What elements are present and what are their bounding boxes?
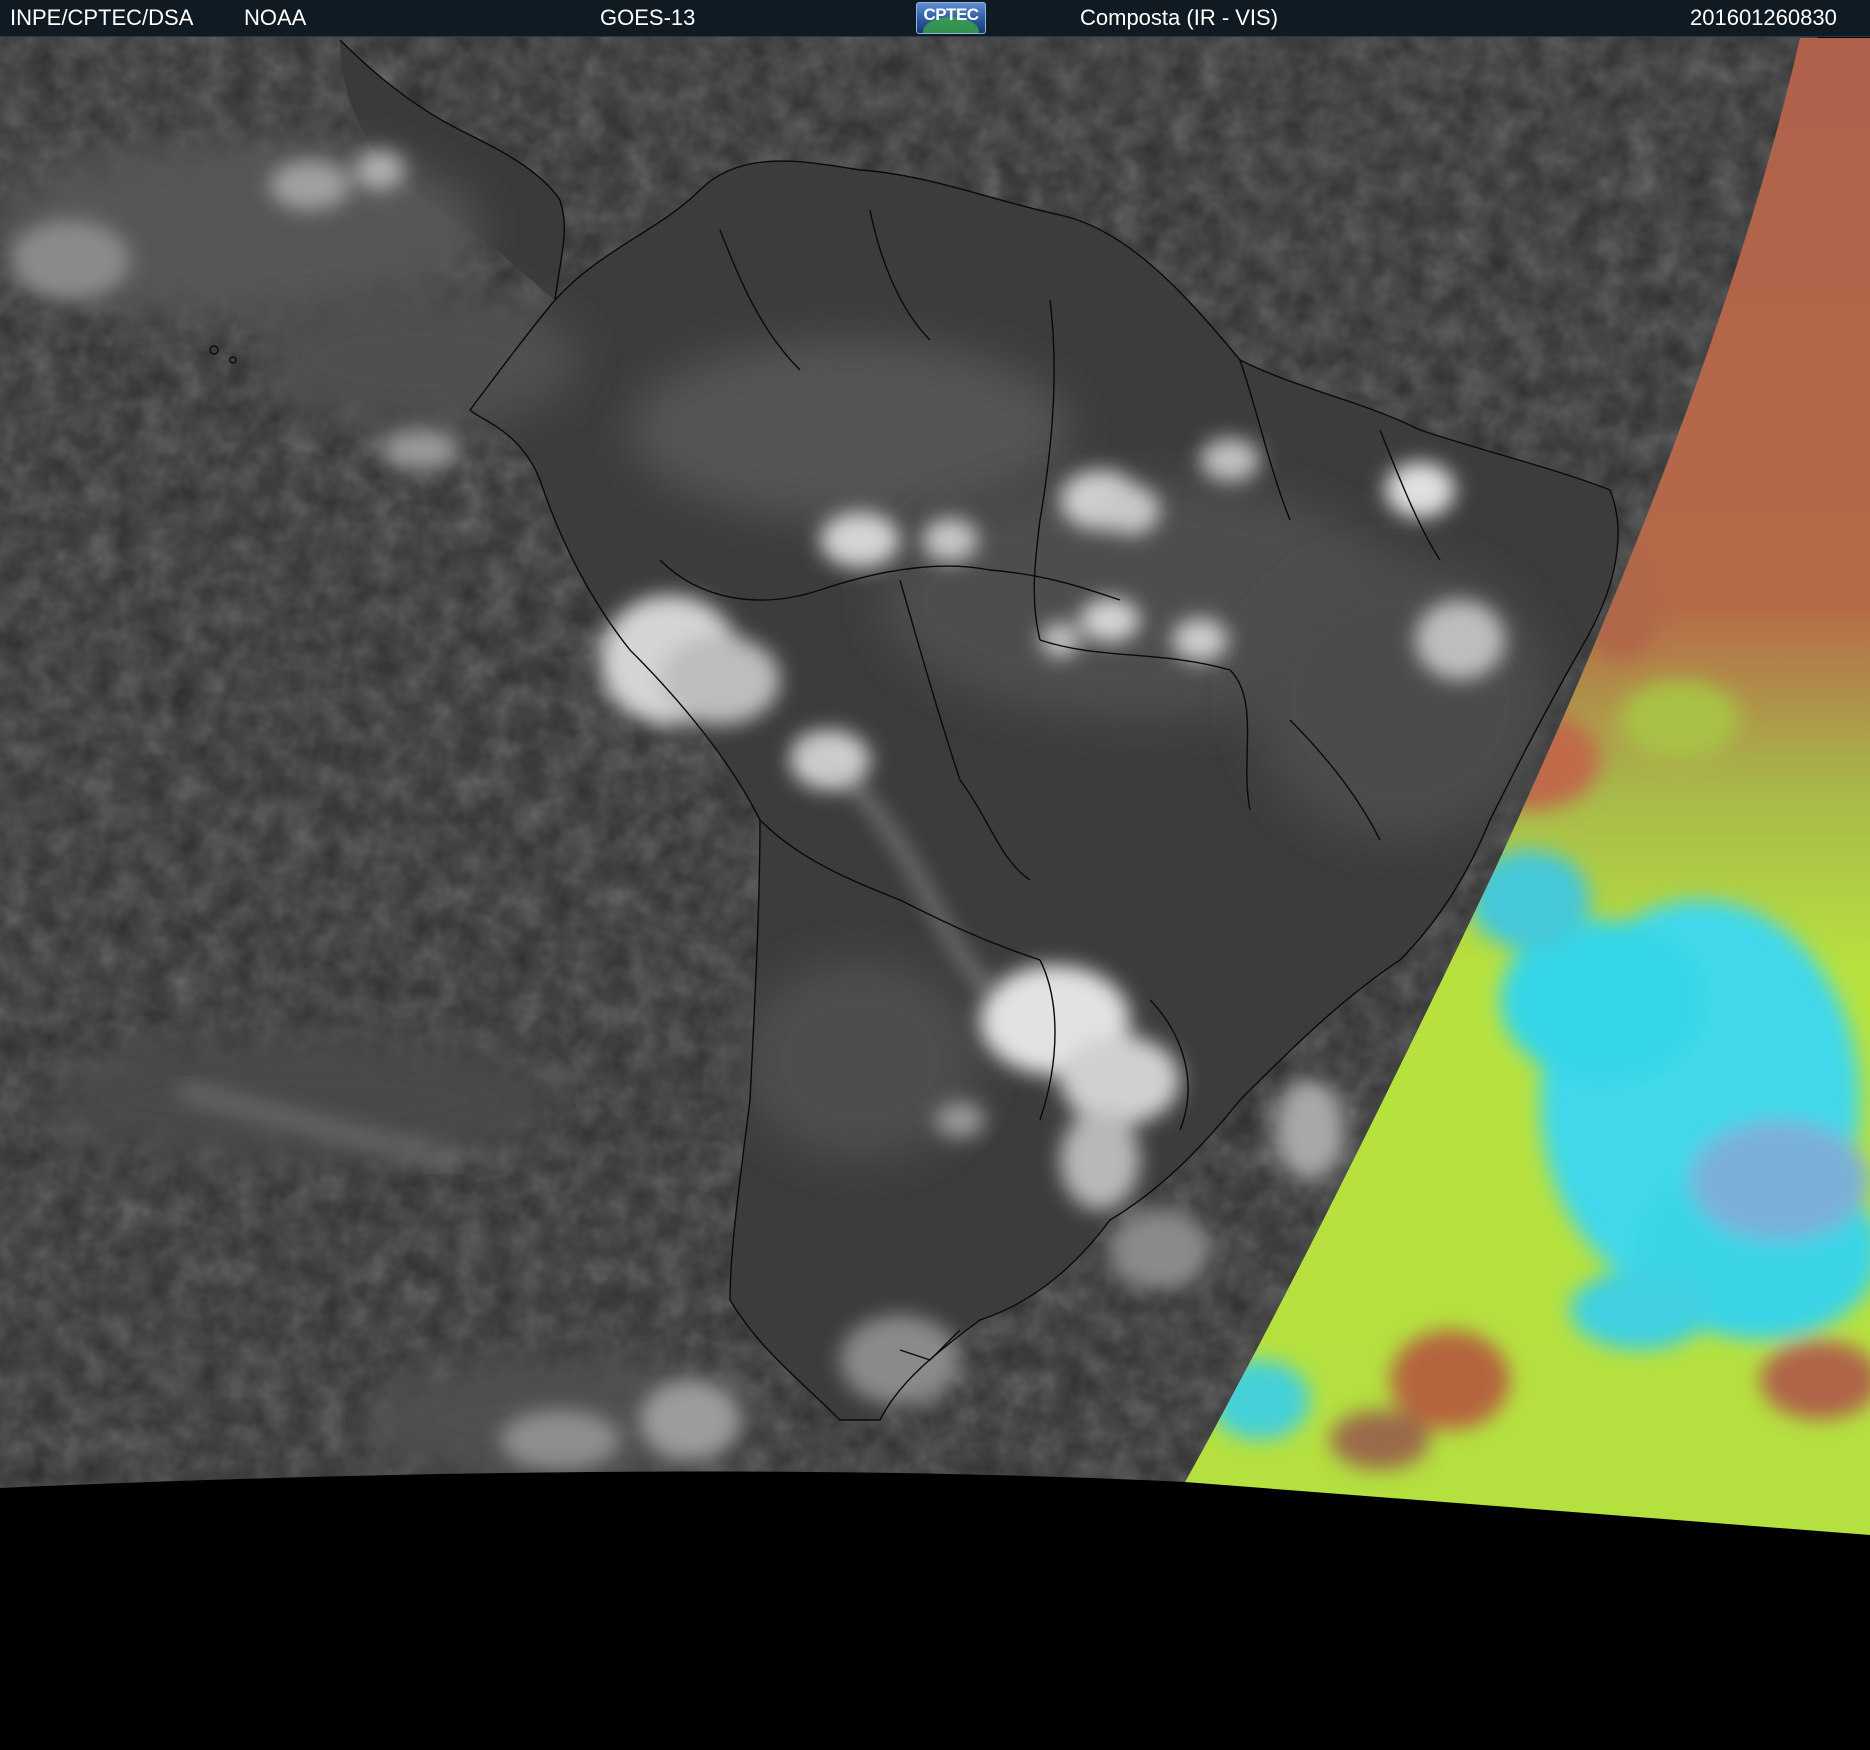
logo-text: CPTEC: [923, 5, 979, 24]
institution-label: INPE/CPTEC/DSA: [10, 5, 194, 30]
agency-label: NOAA: [244, 5, 307, 30]
satellite-image: [0, 0, 1870, 1750]
header-bar: INPE/CPTEC/DSA NOAA GOES-13 CPTEC Compos…: [0, 0, 1870, 37]
product-label: Composta (IR - VIS): [1080, 5, 1279, 30]
cptec-logo: CPTEC: [916, 2, 986, 34]
satellite-label: GOES-13: [600, 5, 696, 30]
timestamp-label: 201601260830: [1690, 5, 1837, 30]
